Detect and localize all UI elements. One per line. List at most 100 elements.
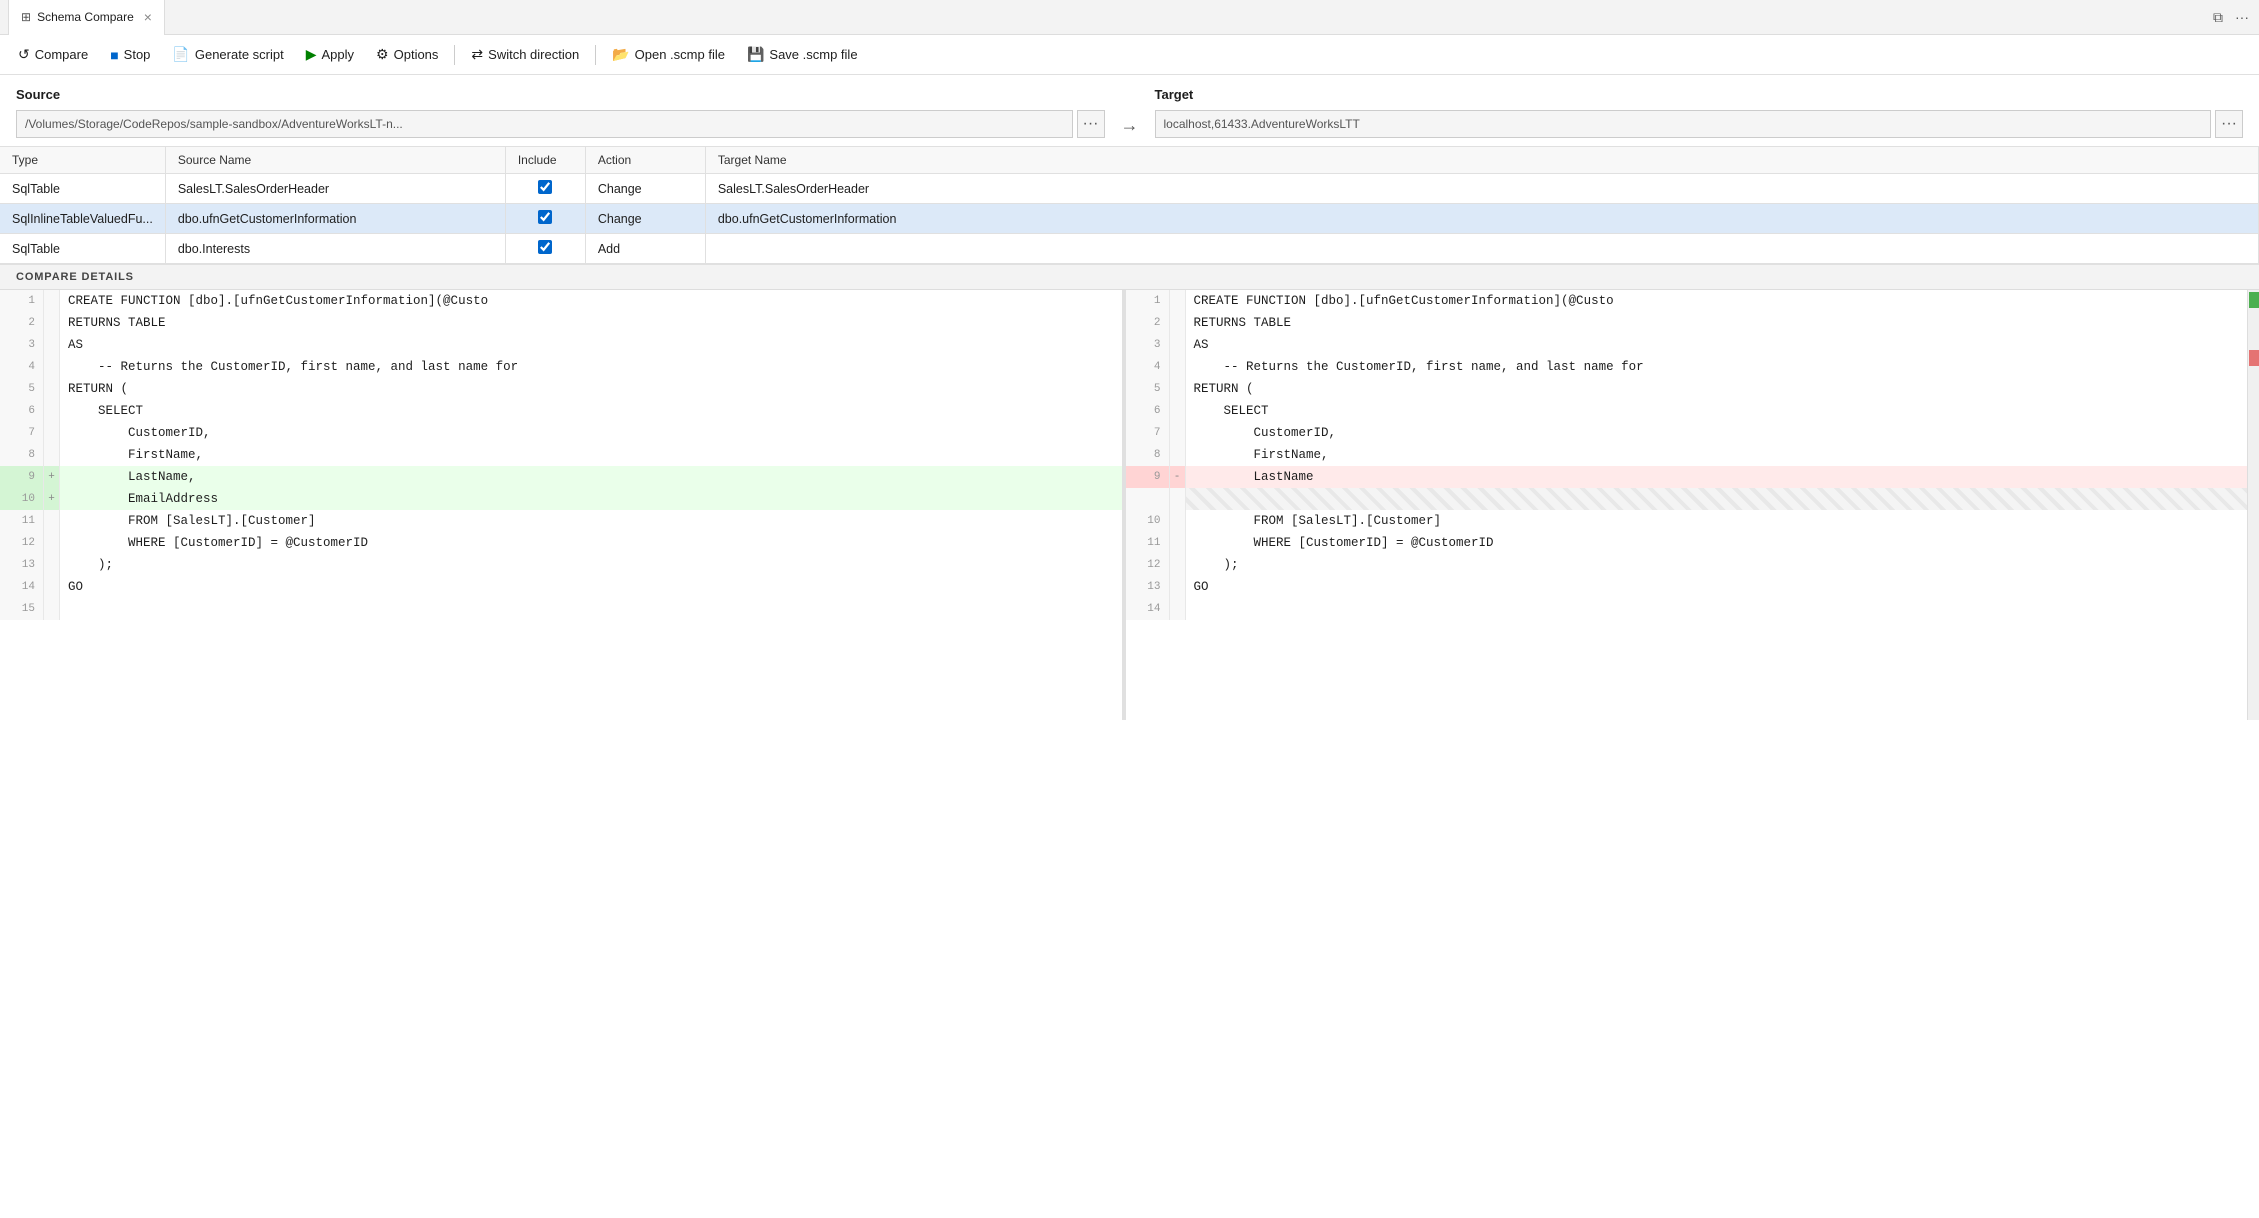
line-content: CustomerID,: [60, 422, 1122, 444]
cell-source: dbo.Interests: [165, 234, 505, 264]
line-content: FirstName,: [60, 444, 1122, 466]
line-content: AS: [1186, 334, 2248, 356]
line-number: 10: [0, 488, 44, 510]
diff-container: 1CREATE FUNCTION [dbo].[ufnGetCustomerIn…: [0, 290, 2259, 720]
line-number: 6: [0, 400, 44, 422]
compare-icon: ↺: [18, 46, 30, 63]
more-actions-button[interactable]: ···: [2233, 7, 2251, 27]
cell-target: dbo.ufnGetCustomerInformation: [705, 204, 2258, 234]
right-diff-pane[interactable]: 1CREATE FUNCTION [dbo].[ufnGetCustomerIn…: [1126, 290, 2248, 720]
separator-2: [595, 45, 596, 65]
line-content: FROM [SalesLT].[Customer]: [1186, 510, 2248, 532]
diff-line: 7 CustomerID,: [0, 422, 1122, 444]
line-content: [1186, 598, 2248, 620]
save-scmp-icon: 💾: [747, 46, 764, 63]
options-button[interactable]: ⚙ Options: [366, 42, 448, 67]
split-editor-button[interactable]: ⧉: [2211, 7, 2225, 28]
compare-button[interactable]: ↺ Compare: [8, 42, 98, 67]
apply-button[interactable]: ▶ Apply: [296, 42, 364, 67]
generate-script-button[interactable]: 📄 Generate script: [162, 42, 293, 67]
include-checkbox[interactable]: [538, 210, 552, 224]
line-number: 14: [1126, 598, 1170, 620]
compare-details-header: COMPARE DETAILS: [0, 265, 2259, 290]
stop-button[interactable]: ■ Stop: [100, 43, 160, 67]
switch-direction-button[interactable]: ⇄ Switch direction: [461, 42, 589, 67]
line-number: 10: [1126, 510, 1170, 532]
open-scmp-button[interactable]: 📂 Open .scmp file: [602, 42, 735, 67]
scrollbar-track[interactable]: [2247, 290, 2259, 720]
diff-line: 2RETURNS TABLE: [1126, 312, 2248, 334]
line-content: RETURNS TABLE: [1186, 312, 2248, 334]
line-number: 5: [0, 378, 44, 400]
diff-line: 6 SELECT: [0, 400, 1122, 422]
diff-line: 3 AS: [1126, 334, 2248, 356]
line-number: 15: [0, 598, 44, 620]
cell-type: SqlInlineTableValuedFu...: [0, 204, 165, 234]
diff-line: 12 WHERE [CustomerID] = @CustomerID: [0, 532, 1122, 554]
col-header-target: Target Name: [705, 147, 2258, 174]
target-dots-button[interactable]: ···: [2215, 110, 2243, 138]
diff-line: 1CREATE FUNCTION [dbo].[ufnGetCustomerIn…: [0, 290, 1122, 312]
source-column: Source ···: [16, 87, 1105, 138]
line-content: GO: [60, 576, 1122, 598]
cell-action: Add: [585, 234, 705, 264]
cell-action: Change: [585, 174, 705, 204]
line-number: 9: [1126, 466, 1170, 488]
options-label: Options: [394, 47, 439, 62]
line-marker: [44, 422, 60, 444]
line-content: SELECT: [60, 400, 1122, 422]
cell-target: [705, 234, 2258, 264]
tab-actions: ⧉ ···: [2211, 7, 2251, 28]
line-marker: [44, 576, 60, 598]
line-marker: [1170, 312, 1186, 334]
include-checkbox[interactable]: [538, 180, 552, 194]
switch-direction-label: Switch direction: [488, 47, 579, 62]
source-label: Source: [16, 87, 1105, 102]
source-input[interactable]: [16, 110, 1073, 138]
tab-close-button[interactable]: ×: [144, 9, 152, 25]
line-content: SELECT: [1186, 400, 2248, 422]
table-row[interactable]: SqlInlineTableValuedFu... dbo.ufnGetCust…: [0, 204, 2259, 234]
col-header-source: Source Name: [165, 147, 505, 174]
tab-label: Schema Compare: [37, 10, 134, 24]
tab-icon: ⊞: [21, 10, 31, 24]
diff-line: 10+ EmailAddress: [0, 488, 1122, 510]
line-number: 8: [1126, 444, 1170, 466]
table-row[interactable]: SqlTable dbo.Interests Add: [0, 234, 2259, 264]
diff-line: 5RETURN (: [0, 378, 1122, 400]
line-content: RETURN (: [1186, 378, 2248, 400]
target-column: Target ···: [1155, 87, 2244, 138]
line-number: 13: [0, 554, 44, 576]
line-marker: [44, 532, 60, 554]
line-marker: [1170, 554, 1186, 576]
apply-icon: ▶: [306, 46, 317, 63]
source-target-area: Source ··· → Target ···: [0, 75, 2259, 147]
line-marker: [44, 400, 60, 422]
line-content: WHERE [CustomerID] = @CustomerID: [1186, 532, 2248, 554]
diff-line: 8 FirstName,: [1126, 444, 2248, 466]
target-input[interactable]: [1155, 110, 2212, 138]
line-marker: [1170, 378, 1186, 400]
line-content: LastName: [1186, 466, 2248, 488]
left-diff-pane[interactable]: 1CREATE FUNCTION [dbo].[ufnGetCustomerIn…: [0, 290, 1122, 720]
line-marker: [44, 378, 60, 400]
line-content: -- Returns the CustomerID, first name, a…: [60, 356, 1122, 378]
line-number: 2: [0, 312, 44, 334]
line-number: 9: [0, 466, 44, 488]
diff-line: 12 );: [1126, 554, 2248, 576]
diff-line: 1CREATE FUNCTION [dbo].[ufnGetCustomerIn…: [1126, 290, 2248, 312]
save-scmp-label: Save .scmp file: [769, 47, 857, 62]
include-checkbox[interactable]: [538, 240, 552, 254]
line-number: 13: [1126, 576, 1170, 598]
line-number: 3: [1126, 334, 1170, 356]
save-scmp-button[interactable]: 💾 Save .scmp file: [737, 42, 868, 67]
line-content: CustomerID,: [1186, 422, 2248, 444]
diff-line: 14GO: [0, 576, 1122, 598]
source-dots-button[interactable]: ···: [1077, 110, 1105, 138]
diff-line: [1126, 488, 2248, 510]
diff-line: 3AS: [0, 334, 1122, 356]
diff-line: 5RETURN (: [1126, 378, 2248, 400]
line-number: 12: [1126, 554, 1170, 576]
table-row[interactable]: SqlTable SalesLT.SalesOrderHeader Change…: [0, 174, 2259, 204]
schema-compare-tab[interactable]: ⊞ Schema Compare ×: [8, 0, 165, 35]
